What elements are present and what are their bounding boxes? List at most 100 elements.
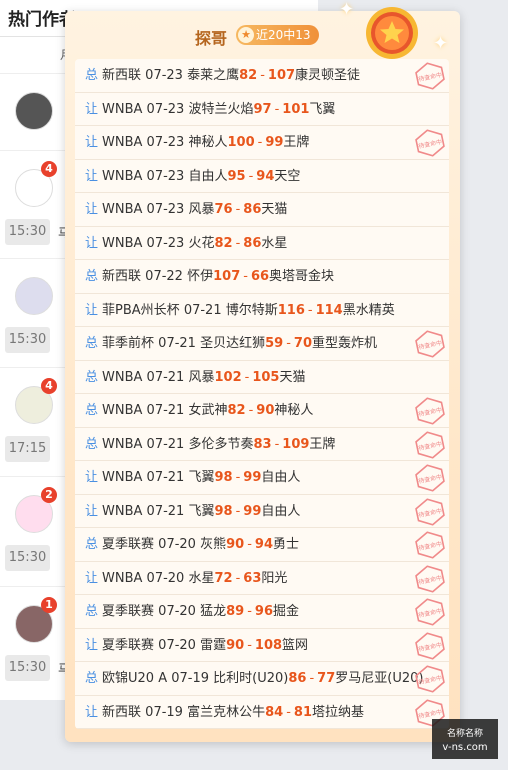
away-team: 勇士	[273, 537, 300, 552]
home-score: 98	[214, 470, 233, 485]
record-row[interactable]: 总欧锦U20 A 07-19 比利时(U20)86-77罗马尼亚(U20) 待查命…	[75, 662, 449, 696]
away-score: 81	[293, 704, 312, 720]
score-separator: -	[257, 135, 263, 150]
league-name: 菲季前杯	[102, 336, 155, 351]
home-team: 神秘人	[188, 135, 228, 150]
hit-stamp-icon: 待查命中	[415, 497, 445, 526]
record-row[interactable]: 总夏季联赛 07-20 灰熊90-94勇士 待查命中	[75, 528, 449, 562]
record-row[interactable]: 让 WNBA 07-21 飞翼98-99自由人 待查命中	[75, 461, 449, 495]
home-team: 多伦多节奏	[188, 436, 254, 452]
streak-text: 近20中13	[256, 28, 311, 42]
hit-stamp-icon: 待查命中	[415, 598, 445, 626]
record-row[interactable]: 让 WNBA 07-23 波特兰火焰97-101飞翼	[75, 93, 449, 126]
league-name: WNBA	[102, 470, 143, 485]
away-team: 罗马尼亚(U20)	[335, 671, 424, 686]
league-name: WNBA	[102, 570, 143, 586]
away-score: 94	[254, 537, 273, 552]
match-date: 07-21	[158, 336, 196, 351]
away-team: 天猫	[279, 369, 306, 385]
unread-badge: 1	[41, 597, 57, 613]
match-date: 07-21	[146, 403, 185, 418]
home-score: 82	[227, 403, 246, 418]
record-row[interactable]: 总 WNBA 07-21 多伦多节奏83-109王牌 待查命中	[75, 428, 449, 461]
league-name: 夏季联赛	[102, 537, 155, 552]
away-score: 63	[243, 570, 262, 586]
record-row[interactable]: 总菲季前杯 07-21 圣贝达红狮59-70重型轰炸机 待查命中	[75, 327, 449, 361]
away-score: 101	[282, 101, 310, 117]
record-row[interactable]: 让夏季联赛 07-20 雷霆90-108篮网 待查命中	[75, 629, 449, 662]
away-score: 90	[256, 403, 275, 418]
score-separator: -	[235, 503, 241, 519]
match-date: 07-19	[171, 671, 210, 686]
record-row[interactable]: 让新西联 07-19 富兰克林公牛84-81塔拉纳基 待查命中	[75, 696, 449, 729]
hit-stamp-icon: 待查命中	[415, 631, 445, 660]
bet-type-tag: 让	[85, 168, 99, 184]
record-row[interactable]: 让 WNBA 07-23 火花82-86水星	[75, 227, 449, 260]
bet-type-tag: 让	[85, 302, 99, 318]
hit-stamp-text: 待查命中	[418, 339, 443, 352]
record-row[interactable]: 让 WNBA 07-20 水星72-63阳光 待查命中	[75, 562, 449, 595]
score-separator: -	[247, 604, 252, 619]
score-separator: -	[235, 470, 241, 485]
home-score: 102	[214, 369, 242, 385]
score-separator: -	[235, 202, 241, 217]
home-score: 90	[226, 537, 245, 552]
home-team: 灰熊	[200, 537, 227, 552]
away-team: 王牌	[283, 135, 310, 150]
home-team: 富兰克林公牛	[187, 704, 266, 720]
league-name: 新西联	[102, 269, 142, 284]
bet-type-tag: 让	[85, 470, 99, 485]
away-score: 99	[243, 503, 262, 519]
home-team: 波特兰火焰	[188, 101, 254, 117]
away-score: 86	[243, 235, 262, 251]
author-record-popup: ✦ ✦ 探哥 ★ 近20中13 总新西联 07-23 泰莱之鹰82-107康灵顿…	[65, 0, 460, 742]
record-row[interactable]: 总夏季联赛 07-20 猛龙89-96掘金 待查命中	[75, 595, 449, 629]
match-date: 07-20	[158, 537, 196, 552]
match-date: 07-22	[145, 269, 183, 284]
match-date: 07-21	[146, 436, 185, 452]
home-team: 风暴	[188, 369, 215, 385]
record-list[interactable]: 总新西联 07-23 泰莱之鹰82-107康灵顿圣徒 待查命中让 WNBA 07-2…	[75, 59, 449, 729]
hit-stamp-text: 待查命中	[418, 406, 443, 419]
away-score: 77	[317, 671, 336, 686]
away-team: 自由人	[261, 470, 301, 485]
hit-stamp-text: 待查命中	[418, 707, 443, 720]
home-team: 怀伊	[187, 269, 214, 284]
popup-header: ✦ ✦ 探哥 ★ 近20中13	[65, 0, 460, 59]
score-separator: -	[247, 537, 252, 552]
away-team: 塔拉纳基	[312, 704, 365, 720]
home-score: 97	[253, 101, 272, 117]
score-separator: -	[307, 302, 313, 318]
hit-stamp-icon: 待查命中	[415, 330, 445, 358]
away-team: 自由人	[261, 503, 301, 519]
record-row[interactable]: 让 WNBA 07-21 飞翼98-99自由人 待查命中	[75, 495, 449, 528]
away-score: 105	[252, 369, 280, 385]
home-team: 火花	[188, 235, 215, 251]
home-score: 95	[227, 168, 246, 184]
bet-type-tag: 总	[85, 336, 99, 351]
record-row[interactable]: 总新西联 07-22 怀伊107-66奥塔哥金块	[75, 260, 449, 294]
unread-badge: 4	[41, 161, 57, 177]
hit-stamp-text: 待查命中	[418, 71, 443, 84]
record-row[interactable]: 总 WNBA 07-21 女武神82-90神秘人 待查命中	[75, 394, 449, 428]
avatar[interactable]	[15, 277, 53, 315]
hit-stamp-text: 待查命中	[418, 607, 443, 620]
away-score: 108	[254, 637, 283, 653]
home-score: 89	[226, 604, 245, 619]
record-row[interactable]: 总 WNBA 07-21 风暴102-105天猫	[75, 361, 449, 394]
away-score: 99	[243, 470, 262, 485]
record-row[interactable]: 让菲PBA州长杯 07-21 博尔特斯116-114黑水精英	[75, 294, 449, 327]
avatar[interactable]	[15, 92, 53, 130]
away-team: 奥塔哥金块	[269, 269, 335, 284]
record-row[interactable]: 让 WNBA 07-23 风暴76-86天猫	[75, 193, 449, 227]
record-row[interactable]: 让 WNBA 07-23 自由人95-94天空	[75, 160, 449, 193]
away-team: 天空	[274, 168, 301, 184]
league-name: 新西联	[102, 68, 142, 83]
record-row[interactable]: 让 WNBA 07-23 神秘人100-99王牌 待查命中	[75, 126, 449, 160]
hit-stamp-text: 待查命中	[418, 640, 443, 653]
match-date: 07-21	[183, 302, 222, 318]
score-separator: -	[286, 704, 291, 720]
hit-stamp-text: 待查命中	[418, 540, 443, 553]
score-separator: -	[244, 369, 250, 385]
record-row[interactable]: 总新西联 07-23 泰莱之鹰82-107康灵顿圣徒 待查命中	[75, 59, 449, 93]
